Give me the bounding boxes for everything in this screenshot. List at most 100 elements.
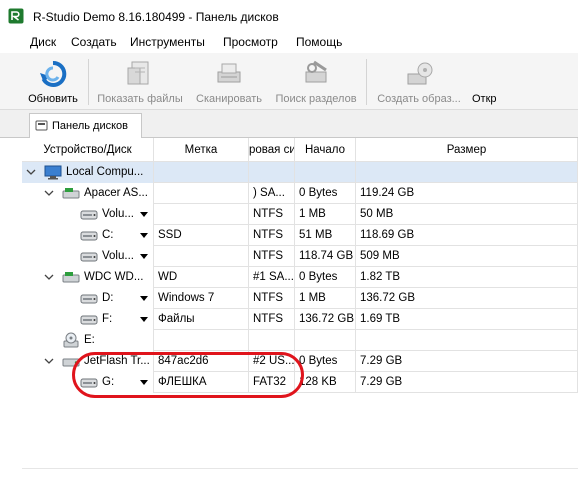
volume-icon xyxy=(80,231,98,241)
device-name: Volu... xyxy=(102,208,134,220)
start-cell: 51 MB xyxy=(295,225,356,246)
menu-disk[interactable]: Диск xyxy=(30,35,56,49)
toolbar: Обновить Показать файлы Сканировать Поис… xyxy=(0,53,578,110)
refresh-label: Обновить xyxy=(28,93,78,105)
volume-icon xyxy=(80,294,98,304)
device-cell[interactable]: WDC WD... xyxy=(22,267,154,288)
r-studio-app-icon xyxy=(8,8,24,24)
label-cell: 847ac2d6 xyxy=(154,351,249,372)
tree-row[interactable]: D: Windows 7 NTFS 1 MB 136.72 GB xyxy=(22,288,578,309)
create-image-label: Создать образ... xyxy=(377,93,461,105)
start-cell: 1 MB xyxy=(295,288,356,309)
device-cell[interactable]: E: xyxy=(22,330,154,351)
chevron-down-icon[interactable] xyxy=(44,356,54,366)
size-cell xyxy=(356,162,578,183)
tab-disk-panel[interactable]: Панель дисков xyxy=(29,113,142,139)
dropdown-arrow-icon[interactable] xyxy=(140,233,148,238)
device-name: WDC WD... xyxy=(84,271,144,283)
column-header-size[interactable]: Размер xyxy=(356,138,578,162)
device-cell[interactable]: Volu... xyxy=(22,246,154,267)
device-cell[interactable]: G: xyxy=(22,372,154,393)
filesystem-cell: FAT32 xyxy=(249,372,295,393)
size-cell: 509 MB xyxy=(356,246,578,267)
create-image-button[interactable]: Создать образ... xyxy=(373,53,465,109)
bottom-panel xyxy=(22,468,578,485)
column-header-start[interactable]: Начало xyxy=(295,138,356,162)
filesystem-cell: NTFS xyxy=(249,225,295,246)
cd-drive-icon xyxy=(63,332,79,348)
search-partitions-button[interactable]: Поиск разделов xyxy=(272,53,360,109)
scan-label: Сканировать xyxy=(196,93,262,105)
label-cell xyxy=(154,162,249,183)
device-cell[interactable]: C: xyxy=(22,225,154,246)
chevron-down-icon[interactable] xyxy=(44,272,54,282)
device-name: Local Compu... xyxy=(66,166,144,178)
tree-row[interactable]: JetFlash Tr... 847ac2d6 #2 US... 0 Bytes 7.2… xyxy=(22,351,578,372)
dropdown-arrow-icon[interactable] xyxy=(140,296,148,301)
filesystem-cell: ) SA... xyxy=(249,183,295,204)
chevron-down-icon[interactable] xyxy=(44,188,54,198)
scan-button[interactable]: Сканировать xyxy=(190,53,268,109)
toolbar-separator xyxy=(366,59,367,105)
refresh-icon xyxy=(40,60,67,87)
tree-row[interactable]: C: SSD NTFS 51 MB 118.69 GB xyxy=(22,225,578,246)
filesystem-cell: NTFS xyxy=(249,204,295,225)
dropdown-arrow-icon[interactable] xyxy=(140,212,148,217)
tree-row[interactable]: Apacer AS...) SA... 0 Bytes 119.24 GB xyxy=(22,183,578,204)
label-cell: WD xyxy=(154,267,249,288)
open-button[interactable]: Откр xyxy=(470,53,500,109)
tree-row[interactable]: Volu... NTFS 1 MB 50 MB xyxy=(22,204,578,225)
disk-panel-icon xyxy=(35,120,48,131)
device-cell[interactable]: D: xyxy=(22,288,154,309)
size-cell: 136.72 GB xyxy=(356,288,578,309)
volume-icon xyxy=(80,252,98,262)
size-cell: 7.29 GB xyxy=(356,351,578,372)
tree-row[interactable]: WDC WD... WD #1 SA... 0 Bytes 1.82 TB xyxy=(22,267,578,288)
filesystem-cell: NTFS xyxy=(249,288,295,309)
start-cell xyxy=(295,162,356,183)
open-label: Откр xyxy=(472,93,497,105)
start-cell: 1 MB xyxy=(295,204,356,225)
filesystem-cell: #1 SA... xyxy=(249,267,295,288)
device-cell[interactable]: Local Compu... xyxy=(22,162,154,183)
device-cell[interactable]: JetFlash Tr... xyxy=(22,351,154,372)
filesystem-cell: #2 US... xyxy=(249,351,295,372)
tree-row[interactable]: Local Compu... xyxy=(22,162,578,183)
show-files-button[interactable]: Показать файлы xyxy=(95,53,185,109)
tree-row[interactable]: E: xyxy=(22,330,578,351)
column-header-filesystem[interactable]: ровая си xyxy=(249,138,295,162)
app-window: R-Studio Demo 8.16.180499 - Панель диско… xyxy=(0,0,578,485)
label-cell xyxy=(154,204,249,225)
device-cell[interactable]: F: xyxy=(22,309,154,330)
menu-tools[interactable]: Инструменты xyxy=(130,35,205,49)
refresh-button[interactable]: Обновить xyxy=(24,53,82,109)
tree-row[interactable]: G: ФЛЕШКА FAT32 128 KB 7.29 GB xyxy=(22,372,578,393)
menu-help[interactable]: Помощь xyxy=(296,35,342,49)
tree-row[interactable]: F: Файлы NTFS 136.72 GB 1.69 TB xyxy=(22,309,578,330)
start-cell xyxy=(295,330,356,351)
device-name: E: xyxy=(84,334,95,346)
column-header-device[interactable]: Устройство/Диск xyxy=(22,138,154,162)
size-cell: 119.24 GB xyxy=(356,183,578,204)
label-cell: SSD xyxy=(154,225,249,246)
device-cell[interactable]: Volu... xyxy=(22,204,154,225)
device-name: Apacer AS... xyxy=(84,187,148,199)
dropdown-arrow-icon[interactable] xyxy=(140,254,148,259)
column-header-label[interactable]: Метка xyxy=(154,138,249,162)
filesystem-cell xyxy=(249,162,295,183)
title-bar[interactable]: R-Studio Demo 8.16.180499 - Панель диско… xyxy=(0,0,578,33)
dropdown-arrow-icon[interactable] xyxy=(140,380,148,385)
volume-icon xyxy=(80,210,98,220)
tree-row[interactable]: Volu... NTFS 118.74 GB 509 MB xyxy=(22,246,578,267)
device-cell[interactable]: Apacer AS... xyxy=(22,183,154,204)
label-cell: ФЛЕШКА xyxy=(154,372,249,393)
label-cell: Файлы xyxy=(154,309,249,330)
device-name: F: xyxy=(102,313,113,325)
chevron-down-icon[interactable] xyxy=(26,167,36,177)
menu-view[interactable]: Просмотр xyxy=(223,35,278,49)
size-cell: 118.69 GB xyxy=(356,225,578,246)
menu-create[interactable]: Создать xyxy=(71,35,117,49)
start-cell: 118.74 GB xyxy=(295,246,356,267)
dropdown-arrow-icon[interactable] xyxy=(140,317,148,322)
device-name: D: xyxy=(102,292,114,304)
